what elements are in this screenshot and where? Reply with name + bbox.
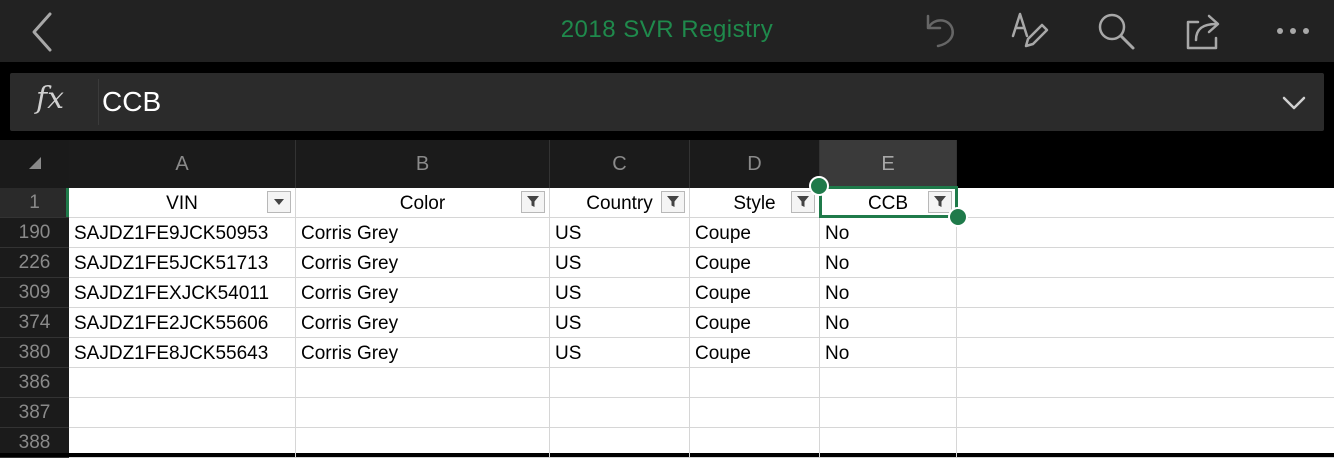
table-cell[interactable]: SAJDZ1FEXJCK54011 [69, 278, 296, 308]
table-cell[interactable]: SAJDZ1FE5JCK51713 [69, 248, 296, 278]
header-cell-label: VIN [166, 193, 198, 214]
formula-bar: fx CCB [10, 73, 1324, 131]
filter-active-icon[interactable] [791, 191, 815, 213]
table-cell[interactable]: US [550, 338, 690, 368]
table-cell[interactable]: SAJDZ1FE9JCK50953 [69, 218, 296, 248]
header-cell-c[interactable]: Country [550, 188, 690, 218]
row-header-column: 1 190 226 309 374 380 386 387 388 [0, 188, 69, 458]
table-cell[interactable]: Corris Grey [296, 278, 550, 308]
empty-cell[interactable] [957, 308, 1334, 338]
table-cell[interactable]: SAJDZ1FE8JCK55643 [69, 338, 296, 368]
table-cell[interactable] [69, 368, 296, 398]
cell-area: VIN Color Country Style CCB SAJDZ1FE9JCK50953… [69, 176, 1334, 458]
table-cell[interactable] [690, 368, 820, 398]
spreadsheet-grid: ABCDE 1 190 226 309 374 380 386 387 388 VIN Color… [0, 140, 1334, 458]
table-cell[interactable]: US [550, 308, 690, 338]
filter-dropdown-icon[interactable] [267, 191, 291, 213]
empty-cell[interactable] [957, 428, 1334, 458]
table-cell[interactable]: Coupe [690, 278, 820, 308]
table-cell[interactable] [550, 368, 690, 398]
chevron-down-icon[interactable] [1282, 91, 1306, 115]
select-all-corner[interactable] [0, 140, 70, 188]
header-cell-a[interactable]: VIN [69, 188, 296, 218]
empty-cell[interactable] [957, 248, 1334, 278]
table-cell[interactable]: No [820, 338, 957, 368]
table-cell[interactable] [690, 398, 820, 428]
empty-cell[interactable] [957, 398, 1334, 428]
empty-cell[interactable] [957, 188, 1334, 218]
draw-icon[interactable] [1010, 10, 1050, 52]
table-cell[interactable] [550, 428, 690, 458]
table-cell[interactable]: No [820, 218, 957, 248]
table-cell[interactable] [296, 368, 550, 398]
table-cell[interactable] [296, 428, 550, 458]
filter-active-icon[interactable] [521, 191, 545, 213]
table-cell[interactable]: No [820, 248, 957, 278]
filter-active-icon[interactable] [928, 191, 952, 213]
table-cell[interactable]: US [550, 278, 690, 308]
header-cell-label: Color [399, 193, 446, 214]
header-cell-label: Style [733, 193, 776, 214]
table-cell[interactable]: Corris Grey [296, 338, 550, 368]
table-cell[interactable]: US [550, 248, 690, 278]
table-cell[interactable]: SAJDZ1FE2JCK55606 [69, 308, 296, 338]
share-icon[interactable] [1184, 10, 1224, 52]
filter-active-icon[interactable] [661, 191, 685, 213]
row-header[interactable]: 386 [0, 368, 69, 398]
selection-handle-bottom-right[interactable] [948, 207, 968, 227]
empty-cell[interactable] [957, 368, 1334, 398]
table-cell[interactable] [820, 398, 957, 428]
table-cell[interactable]: Corris Grey [296, 218, 550, 248]
formula-input[interactable]: CCB [102, 86, 161, 118]
row-header[interactable]: 388 [0, 428, 69, 458]
more-icon[interactable] [1274, 10, 1314, 52]
column-header-d[interactable]: D [690, 140, 820, 188]
table-cell[interactable]: No [820, 278, 957, 308]
table-cell[interactable]: US [550, 218, 690, 248]
column-header-b[interactable]: B [296, 140, 550, 188]
header-cell-label: Country [586, 193, 653, 214]
row-header[interactable]: 387 [0, 398, 69, 428]
fx-label: fx [36, 81, 65, 116]
header-cell-e[interactable]: CCB [820, 188, 957, 218]
row-header[interactable]: 380 [0, 338, 69, 368]
column-header-a[interactable]: A [69, 140, 296, 188]
table-cell[interactable] [69, 398, 296, 428]
table-cell[interactable] [69, 428, 296, 458]
table-cell[interactable] [550, 398, 690, 428]
table-cell[interactable]: No [820, 308, 957, 338]
row-header[interactable]: 226 [0, 248, 69, 278]
table-cell[interactable] [690, 428, 820, 458]
header-cell-b[interactable]: Color [296, 188, 550, 218]
table-cell[interactable]: Coupe [690, 248, 820, 278]
search-icon[interactable] [1096, 10, 1136, 52]
column-header-c[interactable]: C [550, 140, 690, 188]
table-cell[interactable]: Coupe [690, 218, 820, 248]
table-cell[interactable]: Corris Grey [296, 248, 550, 278]
row-header[interactable]: 190 [0, 218, 69, 248]
selection-handle-top-left[interactable] [809, 176, 829, 196]
row-header[interactable]: 309 [0, 278, 69, 308]
table-cell[interactable] [296, 398, 550, 428]
formula-separator [98, 79, 99, 125]
row-header[interactable]: 374 [0, 308, 69, 338]
table-cell[interactable]: Coupe [690, 338, 820, 368]
table-cell[interactable] [820, 428, 957, 458]
top-toolbar: 2018 SVR Registry [0, 0, 1334, 62]
undo-icon[interactable] [920, 10, 960, 52]
table-cell[interactable]: Corris Grey [296, 308, 550, 338]
empty-cell[interactable] [957, 278, 1334, 308]
row-header[interactable]: 1 [0, 188, 69, 218]
header-cell-d[interactable]: Style [690, 188, 820, 218]
empty-cell[interactable] [957, 218, 1334, 248]
empty-cell[interactable] [957, 338, 1334, 368]
table-cell[interactable] [820, 368, 957, 398]
table-cell[interactable]: Coupe [690, 308, 820, 338]
header-cell-label: CCB [867, 193, 909, 214]
column-header-e[interactable]: E [820, 140, 957, 188]
